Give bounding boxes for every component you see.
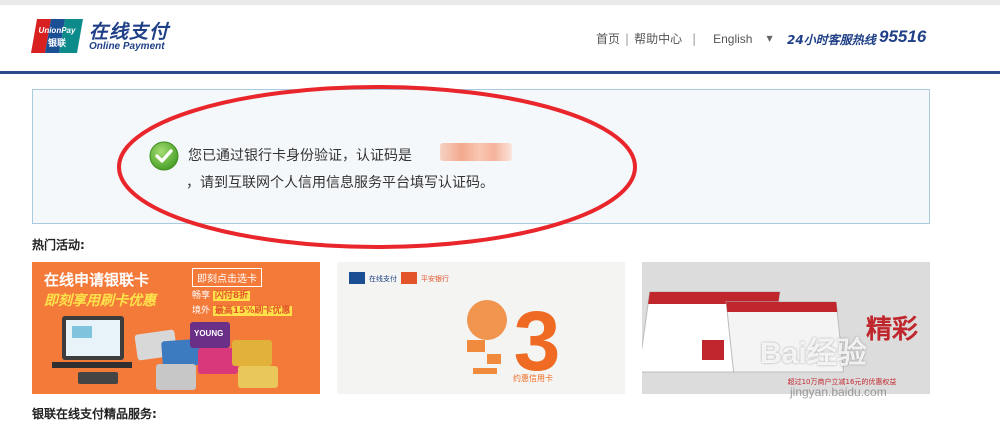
svg-text:在线支付: 在线支付 xyxy=(369,274,397,283)
svg-text:YOUNG: YOUNG xyxy=(194,329,223,338)
banner-subtitle: 即刻享用刷卡优惠 xyxy=(44,293,156,309)
hotline-label: 24小时客服热线 xyxy=(787,33,876,47)
svg-text:平安银行: 平安银行 xyxy=(421,274,449,283)
annotation-ellipse xyxy=(117,85,637,249)
header-divider xyxy=(0,71,1000,74)
svg-text:银联: 银联 xyxy=(48,37,67,49)
promo-banner-pingan[interactable]: 在线支付 平安银行 3 约惠信用卡 xyxy=(337,262,625,394)
language-selector[interactable]: English xyxy=(713,32,752,46)
svg-text:UnionPay: UnionPay xyxy=(39,26,76,35)
banner-cta: 即刻点击选卡 xyxy=(192,268,262,287)
chevron-down-icon[interactable]: ▼ xyxy=(766,34,772,43)
nav-separator: | xyxy=(692,31,697,46)
pingan-promo-graphic: 在线支付 平安银行 3 约惠信用卡 xyxy=(349,272,560,388)
nav-help-link[interactable]: 帮助中心 xyxy=(634,30,682,47)
top-nav: 首页 | 帮助中心 | English ▼ xyxy=(596,30,773,47)
nav-home-link[interactable]: 首页 xyxy=(596,30,620,47)
unionpay-logo-icon: UnionPay 银联 xyxy=(31,19,83,53)
promo-banner-apply-card[interactable]: 在线申请银联卡 即刻享用刷卡优惠 即刻点击选卡 畅享 闪付8折 境外 最高15%… xyxy=(32,262,320,394)
hotline-number: 95516 xyxy=(879,27,927,46)
banner-title: 在线申请银联卡 xyxy=(44,271,150,289)
laptop-cards-illustration: YOUNG xyxy=(52,316,278,390)
unionpay-logo[interactable]: UnionPay 银联 在线支付 Online Payment xyxy=(31,17,171,57)
services-heading: 银联在线支付精品服务: xyxy=(32,407,157,421)
logo-title: 在线支付 xyxy=(89,21,170,43)
svg-text:约惠信用卡: 约惠信用卡 xyxy=(513,373,553,383)
baidu-watermark: Bai经验 xyxy=(760,337,867,370)
hot-activities-heading: 热门活动: xyxy=(32,238,85,252)
nav-separator: | xyxy=(625,31,630,46)
svg-text:精彩: 精彩 xyxy=(866,315,918,345)
banner-offer-line: 畅享 闪付8折 xyxy=(192,291,251,301)
baidu-watermark-url: jingyan.baidu.com xyxy=(790,385,887,399)
logo-subtitle: Online Payment xyxy=(89,41,165,52)
